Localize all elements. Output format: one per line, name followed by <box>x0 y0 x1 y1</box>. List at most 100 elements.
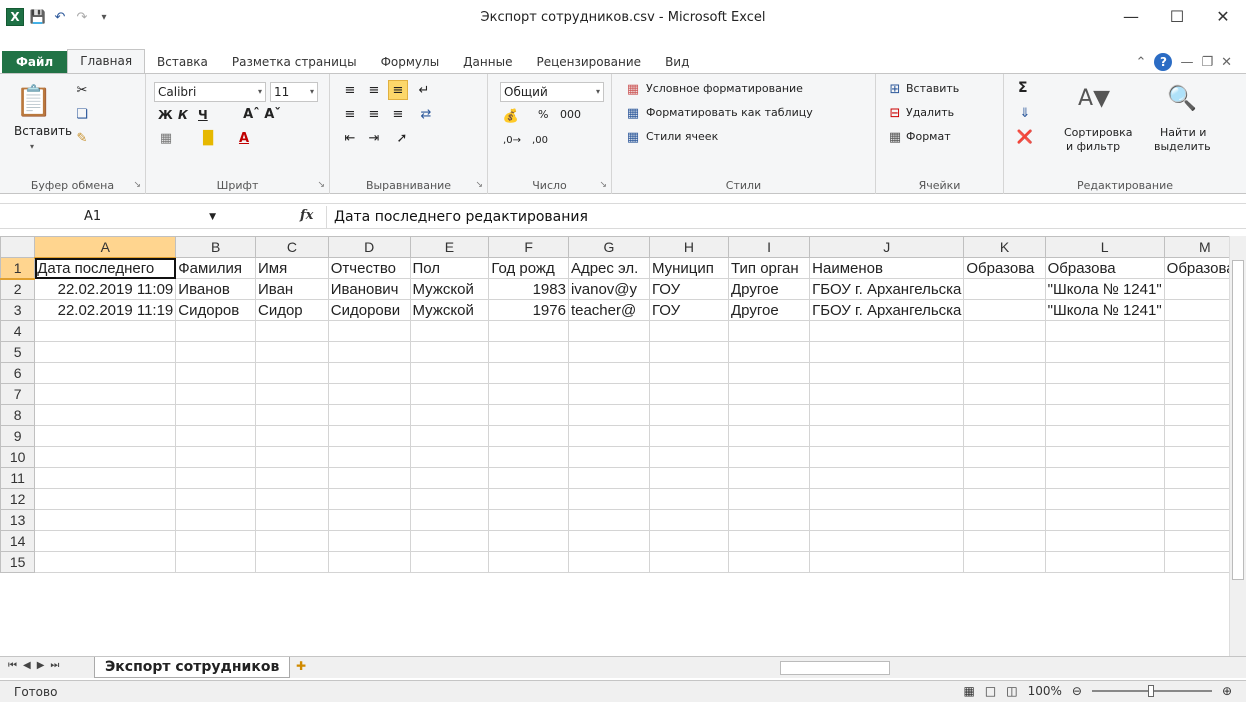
cell-e8[interactable] <box>409 404 490 426</box>
column-header-g[interactable]: G <box>567 236 650 258</box>
column-header-b[interactable]: B <box>175 236 256 258</box>
cell-k9[interactable] <box>963 425 1046 447</box>
align-bottom-icon[interactable]: ≡ <box>388 80 408 100</box>
cell-i12[interactable] <box>728 488 811 510</box>
next-sheet-icon[interactable]: ▶ <box>37 660 45 671</box>
close-button[interactable]: ✕ <box>1200 0 1246 32</box>
row-header[interactable]: 7 <box>0 383 36 405</box>
cell-i14[interactable] <box>728 530 811 552</box>
tab-home[interactable]: Главная <box>67 49 146 73</box>
font-size-combo[interactable]: 11 ▾ <box>270 82 318 102</box>
column-header-c[interactable]: C <box>254 236 329 258</box>
align-center-icon[interactable]: ≡ <box>364 104 384 124</box>
cell-l13[interactable] <box>1044 509 1165 531</box>
cell-l1[interactable]: Образова <box>1044 257 1165 279</box>
select-all-corner[interactable] <box>0 236 36 258</box>
row-header[interactable]: 5 <box>0 341 36 363</box>
cell-e12[interactable] <box>409 488 490 510</box>
cell-l3[interactable]: "Школа № 1241" <box>1044 299 1165 321</box>
cell-d5[interactable] <box>327 341 411 363</box>
cell-l8[interactable] <box>1044 404 1165 426</box>
workbook-window-icon[interactable]: ❐ <box>1201 55 1213 70</box>
zoom-slider-knob[interactable] <box>1147 685 1154 697</box>
cell-j14[interactable] <box>809 530 965 552</box>
cell-a11[interactable] <box>34 467 177 489</box>
alignment-launcher-icon[interactable]: ↘ <box>475 180 483 190</box>
cell-g2[interactable]: ivanov@y <box>567 278 650 300</box>
number-launcher-icon[interactable]: ↘ <box>599 180 607 190</box>
cell-h12[interactable] <box>648 488 730 510</box>
cell-b4[interactable] <box>175 320 256 342</box>
tab-insert[interactable]: Вставка <box>145 51 220 73</box>
column-header-h[interactable]: H <box>648 236 730 258</box>
row-header[interactable]: 11 <box>0 467 36 489</box>
cell-i2[interactable]: Другое <box>728 278 811 300</box>
tab-view[interactable]: Вид <box>653 51 701 73</box>
italic-button[interactable]: К <box>178 108 188 122</box>
cell-a14[interactable] <box>34 530 177 552</box>
cell-h8[interactable] <box>648 404 730 426</box>
column-header-k[interactable]: K <box>963 236 1046 258</box>
cell-f13[interactable] <box>488 509 569 531</box>
cell-j12[interactable] <box>809 488 965 510</box>
cell-e6[interactable] <box>409 362 490 384</box>
currency-icon[interactable]: 💰 <box>500 106 522 126</box>
horizontal-scroll-thumb[interactable] <box>780 661 890 675</box>
cell-f12[interactable] <box>488 488 569 510</box>
normal-view-icon[interactable]: ▦ <box>964 684 975 698</box>
autosum-button[interactable]: Σ <box>1018 80 1028 96</box>
cell-d10[interactable] <box>327 446 411 468</box>
cell-f5[interactable] <box>488 341 569 363</box>
cell-a6[interactable] <box>34 362 177 384</box>
cell-f8[interactable] <box>488 404 569 426</box>
font-grow-shrink-icon[interactable]: Aˆ Aˇ <box>242 104 282 124</box>
row-header[interactable]: 8 <box>0 404 36 426</box>
align-right-icon[interactable]: ≡ <box>388 104 408 124</box>
cell-c7[interactable] <box>254 383 329 405</box>
cell-h7[interactable] <box>648 383 730 405</box>
zoom-in-icon[interactable]: ⊕ <box>1222 684 1232 698</box>
cell-a13[interactable] <box>34 509 177 531</box>
insert-function-icon[interactable]: fx <box>300 208 313 223</box>
bold-button[interactable]: Ж <box>158 108 173 122</box>
last-sheet-icon[interactable]: ⏭ <box>50 660 59 671</box>
cell-d15[interactable] <box>327 551 411 573</box>
cell-j10[interactable] <box>809 446 965 468</box>
cell-c6[interactable] <box>254 362 329 384</box>
tab-file[interactable]: Файл <box>2 51 68 73</box>
column-header-a[interactable]: A <box>34 236 177 259</box>
zoom-level[interactable]: 100% <box>1028 684 1062 698</box>
cell-i6[interactable] <box>728 362 811 384</box>
cell-k1[interactable]: Образова <box>963 257 1046 279</box>
cell-g7[interactable] <box>567 383 650 405</box>
row-header[interactable]: 6 <box>0 362 36 384</box>
decrease-indent-icon[interactable]: ⇤ <box>340 128 360 148</box>
cell-f4[interactable] <box>488 320 569 342</box>
cell-l2[interactable]: "Школа № 1241" <box>1044 278 1165 300</box>
cell-j11[interactable] <box>809 467 965 489</box>
cell-j1[interactable]: Наименов <box>809 257 965 279</box>
cell-a9[interactable] <box>34 425 177 447</box>
cell-g8[interactable] <box>567 404 650 426</box>
row-header[interactable]: 2 <box>0 278 36 300</box>
merge-center-icon[interactable]: ⇄ <box>414 104 438 124</box>
cell-c2[interactable]: Иван <box>254 278 329 300</box>
vertical-scrollbar[interactable] <box>1229 236 1246 656</box>
cell-k12[interactable] <box>963 488 1046 510</box>
cell-g10[interactable] <box>567 446 650 468</box>
cell-c3[interactable]: Сидор <box>254 299 329 321</box>
cell-a2[interactable]: 22.02.2019 11:09 <box>34 278 177 300</box>
cell-a12[interactable] <box>34 488 177 510</box>
cell-h3[interactable]: ГОУ <box>648 299 730 321</box>
cell-b5[interactable] <box>175 341 256 363</box>
cell-k13[interactable] <box>963 509 1046 531</box>
cell-c9[interactable] <box>254 425 329 447</box>
cell-l11[interactable] <box>1044 467 1165 489</box>
cell-c14[interactable] <box>254 530 329 552</box>
vertical-scroll-thumb[interactable] <box>1232 260 1244 580</box>
cell-k2[interactable] <box>963 278 1046 300</box>
cell-g11[interactable] <box>567 467 650 489</box>
cell-f15[interactable] <box>488 551 569 573</box>
cell-g15[interactable] <box>567 551 650 573</box>
increase-decimal-icon[interactable]: ,0→ <box>500 130 524 150</box>
